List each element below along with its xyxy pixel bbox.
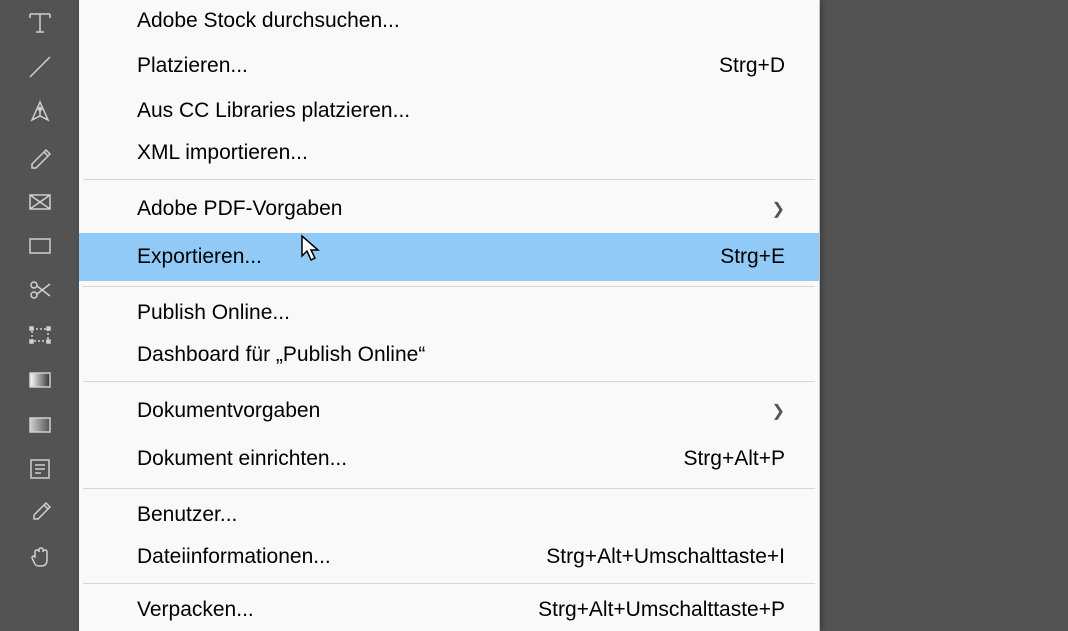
menu-item-adobe-stock[interactable]: Adobe Stock durchsuchen... [79, 0, 819, 42]
pen-tool[interactable] [16, 89, 64, 134]
menu-item-shortcut: Strg+D [719, 54, 785, 78]
gradient-feather-tool[interactable] [16, 401, 64, 446]
file-menu-dropdown: Adobe Stock durchsuchen... Platzieren...… [79, 0, 820, 631]
menu-separator [83, 179, 815, 180]
menu-item-label: Adobe Stock durchsuchen... [137, 9, 785, 33]
note-tool[interactable] [16, 446, 64, 491]
menu-item-dateiinformationen[interactable]: Dateiinformationen... Strg+Alt+Umschaltt… [79, 536, 819, 578]
menu-item-cc-libraries[interactable]: Aus CC Libraries platzieren... [79, 90, 819, 132]
menu-item-exportieren[interactable]: Exportieren... Strg+E [79, 233, 819, 281]
menu-separator [83, 488, 815, 489]
menu-item-label: Verpacken... [137, 598, 538, 622]
menu-item-label: Adobe PDF-Vorgaben [137, 197, 772, 221]
menu-item-publish-dashboard[interactable]: Dashboard für „Publish Online“ [79, 334, 819, 376]
menu-item-shortcut: Strg+Alt+Umschalttaste+P [538, 598, 785, 622]
menu-item-label: Dokumentvorgaben [137, 399, 772, 423]
menu-item-label: Exportieren... [137, 245, 720, 269]
menu-item-dokument-einrichten[interactable]: Dokument einrichten... Strg+Alt+P [79, 435, 819, 483]
chevron-right-icon: ❯ [772, 401, 785, 421]
menu-item-label: Benutzer... [137, 503, 785, 527]
pencil-tool[interactable] [16, 134, 64, 179]
menu-item-pdf-vorgaben[interactable]: Adobe PDF-Vorgaben ❯ [79, 185, 819, 233]
chevron-right-icon: ❯ [772, 199, 785, 219]
menu-separator [83, 381, 815, 382]
menu-item-label: Dateiinformationen... [137, 545, 546, 569]
menu-item-verpacken[interactable]: Verpacken... Strg+Alt+Umschalttaste+P [79, 589, 819, 631]
hand-tool[interactable] [16, 535, 64, 580]
rectangle-tool[interactable] [16, 223, 64, 268]
scissors-tool[interactable] [16, 268, 64, 313]
menu-item-dokumentvorgaben[interactable]: Dokumentvorgaben ❯ [79, 387, 819, 435]
type-tool[interactable] [16, 0, 64, 45]
menu-item-label: Aus CC Libraries platzieren... [137, 99, 785, 123]
menu-item-label: Dashboard für „Publish Online“ [137, 343, 785, 367]
menu-item-label: Dokument einrichten... [137, 447, 683, 471]
menu-item-label: Publish Online... [137, 301, 785, 325]
menu-item-shortcut: Strg+Alt+Umschalttaste+I [546, 545, 785, 569]
menu-separator [83, 583, 815, 584]
rectangle-frame-tool[interactable] [16, 178, 64, 223]
menu-item-shortcut: Strg+E [720, 245, 785, 269]
gradient-swatch-tool[interactable] [16, 357, 64, 402]
eyedropper-tool[interactable] [16, 491, 64, 536]
menu-item-label: Platzieren... [137, 54, 719, 78]
menu-item-xml-import[interactable]: XML importieren... [79, 132, 819, 174]
tools-panel [0, 0, 79, 580]
line-tool[interactable] [16, 45, 64, 90]
free-transform-tool[interactable] [16, 312, 64, 357]
menu-item-platzieren[interactable]: Platzieren... Strg+D [79, 42, 819, 90]
menu-item-label: XML importieren... [137, 141, 785, 165]
menu-separator [83, 286, 815, 287]
menu-item-shortcut: Strg+Alt+P [683, 447, 785, 471]
menu-item-benutzer[interactable]: Benutzer... [79, 494, 819, 536]
menu-item-publish-online[interactable]: Publish Online... [79, 292, 819, 334]
